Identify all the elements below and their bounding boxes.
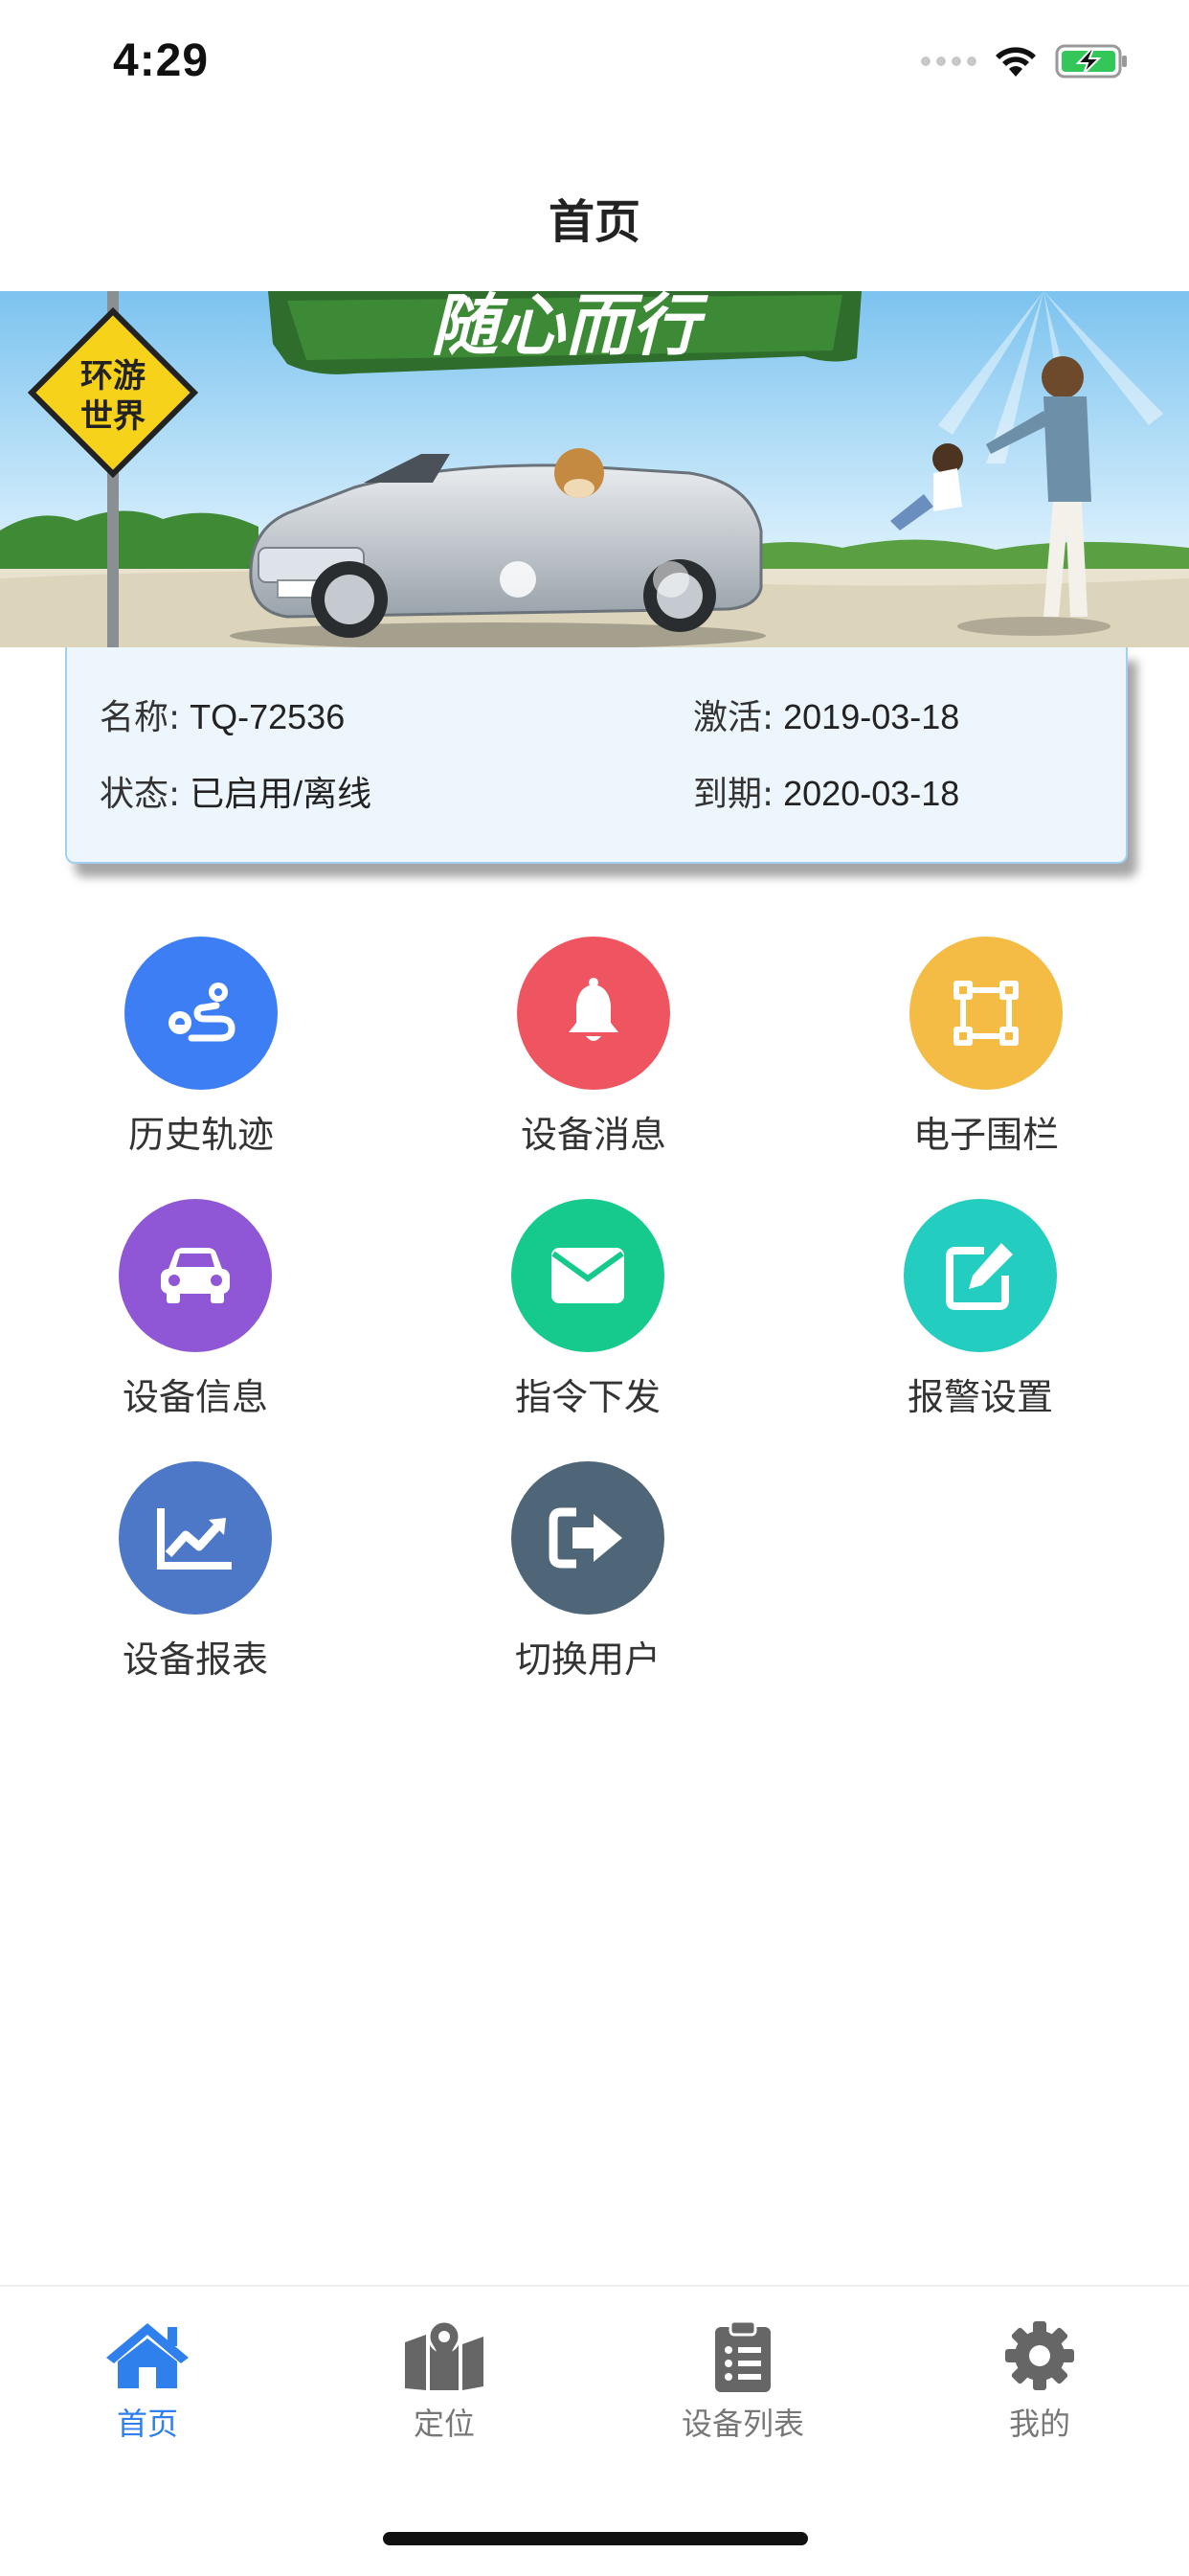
sign-text-line1: 环游 xyxy=(80,357,146,395)
device-status-row: 状态: 已启用/离线 xyxy=(100,766,371,816)
device-name-label: 名称: xyxy=(100,698,181,737)
clipboard-list-icon xyxy=(715,2319,771,2392)
car-icon xyxy=(119,1199,272,1352)
sign-text-line2: 世界 xyxy=(80,397,146,436)
tab-mine[interactable]: 我的 xyxy=(944,2319,1135,2444)
menu-history-track[interactable]: 历史轨迹 xyxy=(57,937,345,1158)
status-time: 4:29 xyxy=(113,35,210,86)
map-icon xyxy=(405,2319,483,2390)
chart-line-icon xyxy=(119,1461,272,1615)
device-activated-label: 激活: xyxy=(693,698,774,737)
page-title: 首页 xyxy=(548,195,640,249)
device-expiry-value: 2020-03-18 xyxy=(783,774,960,813)
tab-location[interactable]: 定位 xyxy=(348,2319,540,2444)
menu-label: 指令下发 xyxy=(514,1376,661,1418)
device-activated-value: 2019-03-18 xyxy=(783,697,960,736)
tab-device-list[interactable]: 设备列表 xyxy=(647,2319,839,2444)
banner-carousel[interactable]: 环游 世界 随心而行 xyxy=(0,291,1189,647)
menu-device-info[interactable]: 设备信息 xyxy=(52,1199,339,1420)
device-name-row: 名称: TQ-72536 xyxy=(100,689,345,739)
device-name-value: TQ-72536 xyxy=(190,697,346,736)
menu-label: 设备信息 xyxy=(122,1376,268,1418)
menu-device-report[interactable]: 设备报表 xyxy=(52,1461,339,1683)
menu-label: 历史轨迹 xyxy=(127,1114,274,1156)
gear-icon xyxy=(1005,2321,1074,2390)
sign-out-icon xyxy=(511,1461,664,1615)
tab-label: 首页 xyxy=(116,2406,178,2442)
device-activated-row: 激活: 2019-03-18 xyxy=(693,689,959,739)
carousel-page-indicator[interactable] xyxy=(0,561,1189,598)
home-indicator[interactable] xyxy=(383,2532,808,2545)
device-expiry-row: 到期: 2020-03-18 xyxy=(693,766,959,816)
tab-label: 定位 xyxy=(413,2406,475,2442)
menu-label: 设备报表 xyxy=(122,1638,268,1681)
tab-label: 我的 xyxy=(1008,2406,1070,2442)
route-icon xyxy=(124,937,278,1090)
menu-label: 设备消息 xyxy=(520,1114,666,1156)
home-icon xyxy=(106,2323,189,2388)
envelope-icon xyxy=(511,1199,664,1352)
menu-label: 报警设置 xyxy=(907,1376,1053,1418)
banner-slogan: 随心而行 xyxy=(431,291,708,365)
tab-label: 设备列表 xyxy=(681,2406,804,2442)
menu-device-messages[interactable]: 设备消息 xyxy=(450,937,737,1158)
menu-switch-user[interactable]: 切换用户 xyxy=(444,1461,731,1683)
status-icons xyxy=(921,42,1130,80)
menu-label: 切换用户 xyxy=(514,1638,661,1681)
signal-dots-icon xyxy=(921,56,976,66)
device-status-label: 状态: xyxy=(100,775,181,814)
edit-icon xyxy=(904,1199,1057,1352)
menu-geofence[interactable]: 电子围栏 xyxy=(842,937,1130,1158)
device-expiry-label: 到期: xyxy=(693,775,774,814)
device-info-card: 名称: TQ-72536 激活: 2019-03-18 状态: 已启用/离线 到期: 2… xyxy=(65,647,1128,864)
status-bar: 4:29 xyxy=(0,0,1189,128)
carousel-dot[interactable] xyxy=(653,561,689,598)
vector-square-icon xyxy=(909,937,1063,1090)
menu-label: 电子围栏 xyxy=(912,1114,1059,1156)
carousel-dot[interactable] xyxy=(500,561,536,598)
bell-icon xyxy=(517,937,670,1090)
tab-home[interactable]: 首页 xyxy=(52,2319,243,2444)
device-status-value: 已启用/离线 xyxy=(190,774,372,813)
navigation-bar: 首页 xyxy=(0,128,1189,291)
menu-alarm-settings[interactable]: 报警设置 xyxy=(837,1199,1124,1420)
menu-send-command[interactable]: 指令下发 xyxy=(444,1199,731,1420)
battery-charging-icon xyxy=(1055,44,1127,79)
wifi-icon xyxy=(996,47,1036,77)
